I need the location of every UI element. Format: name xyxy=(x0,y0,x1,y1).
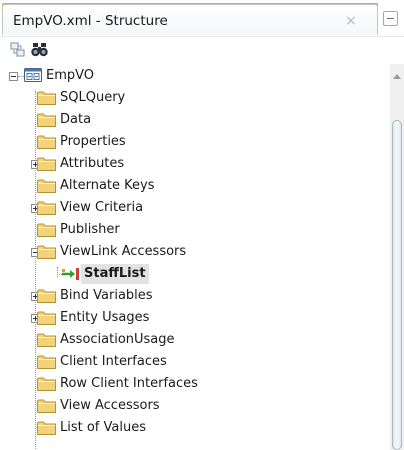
folder-icon xyxy=(37,399,56,413)
panel-titlebar: EmpVO.xml - Structure × xyxy=(0,0,404,37)
folder-icon xyxy=(37,245,56,259)
tree-item-bind-variables[interactable]: Bind Variables xyxy=(0,286,390,306)
toolbar xyxy=(0,36,404,64)
tree-label: EmpVO xyxy=(46,68,95,83)
folder-icon xyxy=(37,179,56,193)
tree-label: Entity Usages xyxy=(60,310,150,325)
folder-icon xyxy=(37,421,56,435)
tree-label: Properties xyxy=(60,134,126,149)
binoculars-find-icon[interactable] xyxy=(30,41,50,59)
tree-label: Alternate Keys xyxy=(60,178,155,193)
tree-item-view-accessors[interactable]: View Accessors xyxy=(0,396,390,416)
folder-icon xyxy=(37,223,56,237)
collapse-icon[interactable] xyxy=(9,72,18,81)
view-object-icon xyxy=(24,68,42,83)
tree-label: Client Interfaces xyxy=(60,354,167,369)
tree-label: SQLQuery xyxy=(60,90,126,105)
tree-item-publisher[interactable]: Publisher xyxy=(0,220,390,240)
tree-label: StaffList xyxy=(81,264,149,284)
folder-icon xyxy=(37,355,56,369)
tree-root-empvo[interactable]: EmpVO xyxy=(0,66,390,86)
tree-item-view-criteria[interactable]: View Criteria xyxy=(0,198,390,218)
tree-item-row-client-interfaces[interactable]: Row Client Interfaces xyxy=(0,374,390,394)
folder-icon xyxy=(37,135,56,149)
scrollbar-thumb[interactable] xyxy=(392,120,402,450)
tree-label: Row Client Interfaces xyxy=(60,376,198,391)
structure-tree: EmpVO SQLQuery Data Properties Attributes Al… xyxy=(0,64,390,450)
folder-icon xyxy=(37,201,56,215)
tree-item-sqlquery[interactable]: SQLQuery xyxy=(0,88,390,108)
folder-icon xyxy=(37,333,56,347)
tree-item-attributes[interactable]: Attributes xyxy=(0,154,390,174)
tree-item-entity-usages[interactable]: Entity Usages xyxy=(0,308,390,328)
structure-panel: EmpVO.xml - Structure × EmpVO SQLQuery D… xyxy=(0,0,404,450)
tree-item-list-of-values[interactable]: List of Values xyxy=(0,418,390,438)
tree-label: Bind Variables xyxy=(60,288,153,303)
tree-item-associationusage[interactable]: AssociationUsage xyxy=(0,330,390,350)
tab-title: EmpVO.xml - Structure xyxy=(13,13,168,29)
folder-icon xyxy=(37,91,56,105)
vertical-scrollbar[interactable] xyxy=(390,64,404,450)
folder-icon xyxy=(37,157,56,171)
sync-selection-icon[interactable] xyxy=(8,41,28,59)
tree-item-stafflist[interactable]: StaffList xyxy=(0,264,390,284)
tree-label: Publisher xyxy=(60,222,120,237)
tree-label: ViewLink Accessors xyxy=(60,244,187,259)
tree-label: View Accessors xyxy=(60,398,160,413)
tree-item-alternate-keys[interactable]: Alternate Keys xyxy=(0,176,390,196)
close-icon[interactable]: × xyxy=(343,13,359,29)
minimize-icon[interactable] xyxy=(383,11,398,26)
viewlink-accessor-icon xyxy=(61,267,80,281)
scroll-up-icon[interactable] xyxy=(393,74,401,79)
tree-label: View Criteria xyxy=(60,200,144,215)
tree-label: Attributes xyxy=(60,156,125,171)
tree-item-viewlink-accessors[interactable]: ViewLink Accessors xyxy=(0,242,390,262)
folder-icon xyxy=(37,289,56,303)
tree-item-client-interfaces[interactable]: Client Interfaces xyxy=(0,352,390,372)
tree-item-data[interactable]: Data xyxy=(0,110,390,130)
tree-label: Data xyxy=(60,112,92,127)
tree-label: AssociationUsage xyxy=(60,332,175,347)
tree-label: List of Values xyxy=(60,420,146,435)
folder-icon xyxy=(37,377,56,391)
tree-item-properties[interactable]: Properties xyxy=(0,132,390,152)
folder-icon xyxy=(37,113,56,127)
tab-structure[interactable]: EmpVO.xml - Structure × xyxy=(2,4,378,35)
folder-icon xyxy=(37,311,56,325)
